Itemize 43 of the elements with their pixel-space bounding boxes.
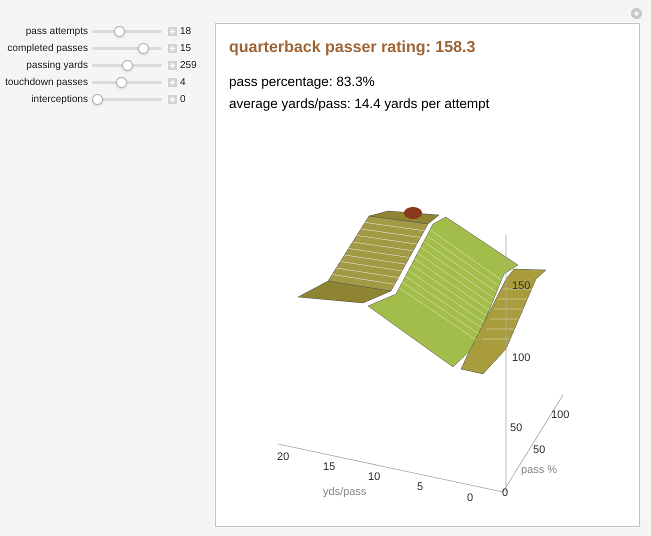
plus-icon[interactable]: [168, 95, 177, 104]
axis-tick-label: 20: [277, 450, 290, 462]
axis-tick-label: 50: [510, 422, 522, 434]
axis-tick-label: 0: [467, 492, 474, 504]
ball-icon: [404, 206, 422, 218]
slider-value: 15: [180, 42, 192, 56]
slider-thumb[interactable]: [114, 26, 125, 37]
axis-tick-label: 100: [512, 352, 530, 364]
axis-tick-label: 5: [417, 480, 424, 492]
slider[interactable]: [92, 60, 162, 71]
plus-icon[interactable]: [168, 61, 177, 70]
slider-thumb[interactable]: [138, 43, 150, 54]
axis-tick-label: 0: [502, 486, 508, 498]
slider-thumb[interactable]: [92, 94, 103, 105]
slider[interactable]: [92, 26, 162, 37]
slider-value: 4: [180, 76, 186, 90]
plus-icon[interactable]: [168, 78, 177, 87]
result-line: average yards/pass: 14.4 yards per attempt: [229, 95, 490, 114]
slider-value: 0: [180, 93, 186, 107]
slider-label: touchdown passes: [4, 76, 88, 90]
result-line: pass percentage: 83.3%: [229, 73, 376, 91]
axis-tick-label: 50: [533, 444, 546, 456]
slider-thumb[interactable]: [122, 60, 132, 71]
result-title: quarterback passer rating: 158.3: [229, 38, 476, 58]
add-icon[interactable]: [631, 8, 642, 19]
axis-label: yds/pass: [323, 486, 366, 498]
slider-label: completed passes: [6, 42, 88, 56]
slider[interactable]: [92, 94, 162, 105]
slider-label: interceptions: [30, 93, 88, 107]
axis-label: pass %: [521, 464, 558, 476]
slider[interactable]: [92, 77, 162, 88]
slider-value: 18: [180, 25, 192, 39]
plus-icon[interactable]: [168, 27, 177, 36]
slider-value: 259: [180, 59, 197, 73]
axis-tick-label: 15: [323, 460, 336, 472]
slider-label: pass attempts: [24, 25, 88, 39]
slider-label: passing yards: [25, 59, 88, 73]
plus-icon[interactable]: [168, 44, 177, 53]
slider-thumb[interactable]: [116, 77, 127, 88]
axis-tick-label: 10: [368, 470, 380, 482]
axis-tick-label: 100: [551, 408, 570, 420]
slider[interactable]: [92, 43, 162, 54]
axis-tick-label: 150: [512, 280, 530, 292]
